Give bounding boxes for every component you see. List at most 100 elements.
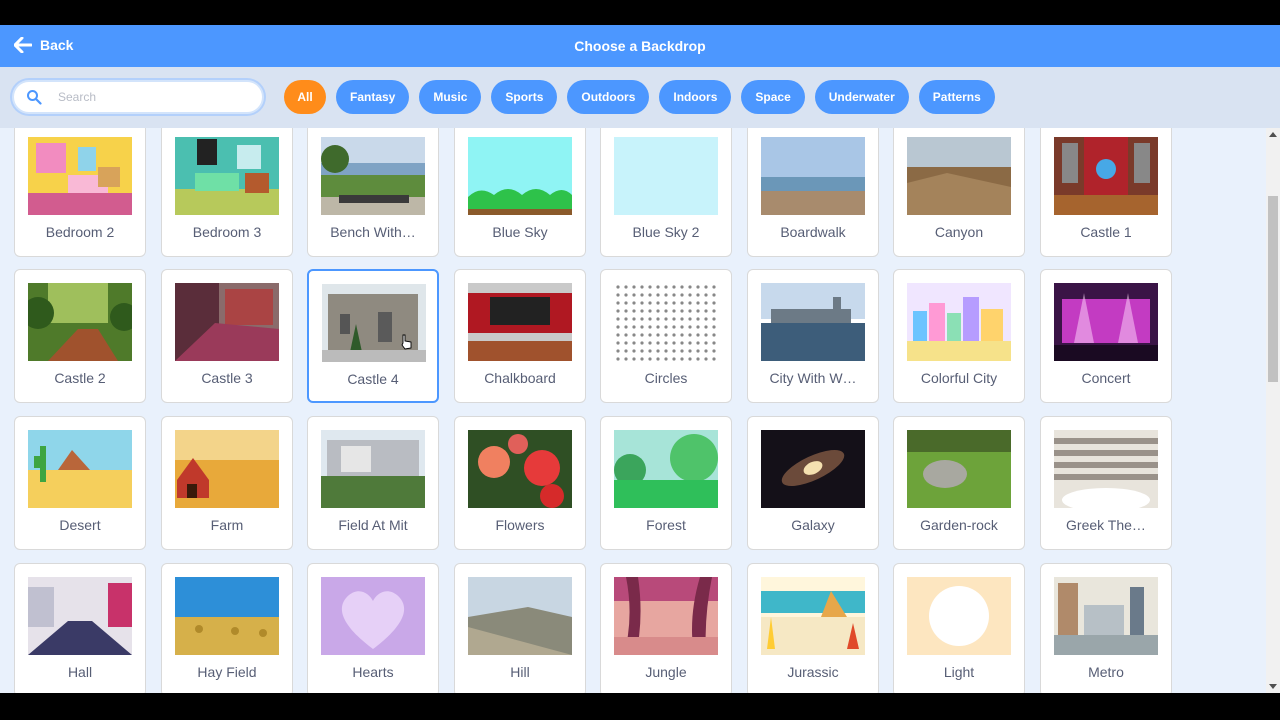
backdrop-card-colorful-city[interactable]: Colorful City [893,269,1025,403]
backdrop-card-castle-4[interactable]: Castle 4 [307,269,439,403]
backdrop-thumbnail [1054,283,1158,361]
backdrop-thumbnail [907,283,1011,361]
backdrop-thumbnail [28,137,132,215]
backdrop-card-field-at-mit[interactable]: Field At Mit [307,416,439,550]
backdrop-card-hay-field[interactable]: Hay Field [161,563,293,693]
scroll-up-arrow-icon[interactable] [1269,132,1277,137]
search-icon [27,90,42,105]
backdrop-card-jurassic[interactable]: Jurassic [747,563,879,693]
backdrop-card-castle-1[interactable]: Castle 1 [1040,128,1172,257]
search-box[interactable] [12,80,264,114]
backdrop-card-desert[interactable]: Desert [14,416,146,550]
backdrop-thumbnail [1054,430,1158,508]
backdrop-card-bench-with-view[interactable]: Bench With… [307,128,439,257]
backdrop-card-city-with-water[interactable]: City With W… [747,269,879,403]
backdrop-thumbnail [614,283,718,361]
page-title: Choose a Backdrop [574,38,706,54]
hand-cursor-icon [401,334,412,350]
backdrop-card-castle-3[interactable]: Castle 3 [161,269,293,403]
backdrop-thumbnail [28,430,132,508]
backdrop-label: Jurassic [787,664,839,680]
tag-outdoors[interactable]: Outdoors [567,80,650,114]
backdrop-thumbnail [1054,137,1158,215]
backdrop-thumbnail [175,430,279,508]
backdrop-card-forest[interactable]: Forest [600,416,732,550]
tag-sports[interactable]: Sports [491,80,558,114]
tag-underwater[interactable]: Underwater [814,80,909,114]
backdrop-thumbnail [321,430,425,508]
backdrop-card-canyon[interactable]: Canyon [893,128,1025,257]
backdrop-card-jungle[interactable]: Jungle [600,563,732,693]
backdrop-label: Canyon [934,224,984,240]
backdrop-label: Flowers [495,517,545,533]
tag-list: All Fantasy Music Sports Outdoors Indoor… [284,80,1005,114]
backdrop-grid: Bedroom 2 Bedroom 3 Bench With… Blue Sky… [0,128,1266,693]
tag-music[interactable]: Music [419,80,482,114]
backdrop-label: Hearts [352,664,394,680]
backdrop-card-flowers[interactable]: Flowers [454,416,586,550]
backdrop-card-farm[interactable]: Farm [161,416,293,550]
backdrop-label: Farm [210,517,244,533]
backdrop-thumbnail [761,577,865,655]
backdrop-thumbnail [175,137,279,215]
backdrop-thumbnail [175,577,279,655]
backdrop-card-blue-sky[interactable]: Blue Sky [454,128,586,257]
backdrop-thumbnail [468,430,572,508]
backdrop-card-chalkboard[interactable]: Chalkboard [454,269,586,403]
backdrop-label: Concert [1081,370,1131,386]
backdrop-card-hall[interactable]: Hall [14,563,146,693]
backdrop-thumbnail [614,577,718,655]
backdrop-thumbnail [761,430,865,508]
backdrop-card-blue-sky-2[interactable]: Blue Sky 2 [600,128,732,257]
backdrop-label: Bench With… [330,224,416,240]
backdrop-card-galaxy[interactable]: Galaxy [747,416,879,550]
backdrop-thumbnail [907,137,1011,215]
filter-bar: All Fantasy Music Sports Outdoors Indoor… [0,67,1280,128]
backdrop-label: Greek The… [1066,517,1146,533]
backdrop-label: Light [943,664,975,680]
backdrop-label: Hay Field [197,664,257,680]
backdrop-card-garden-rock[interactable]: Garden-rock [893,416,1025,550]
scroll-down-arrow-icon[interactable] [1269,684,1277,689]
backdrop-thumbnail [321,137,425,215]
backdrop-label: Colorful City [920,370,998,386]
backdrop-label: Hill [510,664,530,680]
backdrop-label: Desert [59,517,101,533]
tag-patterns[interactable]: Patterns [918,80,995,114]
tag-all[interactable]: All [284,80,326,114]
vertical-scrollbar[interactable] [1266,128,1280,693]
backdrop-thumbnail [614,137,718,215]
backdrop-thumbnail [28,283,132,361]
backdrop-label: Castle 1 [1080,224,1132,240]
backdrop-card-metro[interactable]: Metro [1040,563,1172,693]
backdrop-card-concert[interactable]: Concert [1040,269,1172,403]
backdrop-card-bedroom-2[interactable]: Bedroom 2 [14,128,146,257]
backdrop-label: Circles [644,370,688,386]
backdrop-card-circles[interactable]: Circles [600,269,732,403]
backdrop-label: Hall [67,664,93,680]
backdrop-thumbnail [321,577,425,655]
backdrop-label: Castle 4 [347,371,399,387]
scrollbar-thumb[interactable] [1268,196,1278,382]
backdrop-label: Chalkboard [484,370,556,386]
tag-space[interactable]: Space [741,80,805,114]
backdrop-label: Blue Sky [492,224,548,240]
backdrop-card-light[interactable]: Light [893,563,1025,693]
backdrop-label: Jungle [645,664,687,680]
backdrop-card-hill[interactable]: Hill [454,563,586,693]
search-input[interactable] [58,90,248,104]
backdrop-label: Garden-rock [920,517,998,533]
backdrop-thumbnail [28,577,132,655]
backdrop-label: City With W… [769,370,857,386]
backdrop-card-hearts[interactable]: Hearts [307,563,439,693]
backdrop-thumbnail [761,137,865,215]
backdrop-card-greek-theater[interactable]: Greek The… [1040,416,1172,550]
tag-fantasy[interactable]: Fantasy [336,80,410,114]
backdrop-card-bedroom-3[interactable]: Bedroom 3 [161,128,293,257]
backdrop-card-castle-2[interactable]: Castle 2 [14,269,146,403]
backdrop-label: Galaxy [791,517,835,533]
backdrop-card-boardwalk[interactable]: Boardwalk [747,128,879,257]
backdrop-label: Forest [646,517,686,533]
tag-indoors[interactable]: Indoors [659,80,732,114]
backdrop-label: Metro [1088,664,1124,680]
